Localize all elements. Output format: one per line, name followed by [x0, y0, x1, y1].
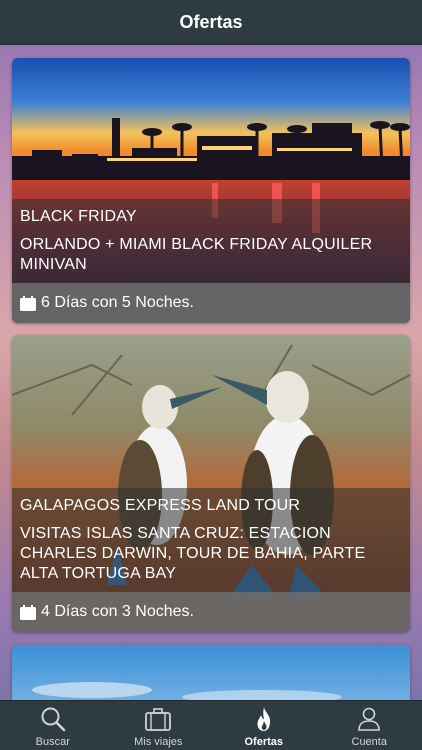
offer-title: ORLANDO + MIAMI BLACK FRIDAY ALQUILER MI… — [20, 236, 373, 273]
offer-duration-row: 6 Días con 5 Noches. — [12, 283, 410, 323]
tab-ofertas[interactable]: Ofertas — [211, 701, 317, 750]
offer-title: VISITAS ISLAS SANTA CRUZ: ESTACION CHARL… — [20, 525, 366, 582]
offer-duration: 4 Días con 3 Noches. — [41, 603, 194, 620]
briefcase-icon — [145, 708, 172, 731]
page-title: Ofertas — [179, 11, 243, 32]
tab-bar: Buscar Mis viajes Ofertas Cuenta — [0, 700, 422, 750]
tab-buscar[interactable]: Buscar — [0, 701, 106, 750]
flame-icon — [257, 707, 270, 731]
offer-duration: 6 Días con 5 Noches. — [41, 294, 194, 311]
offer-card[interactable]: BLACK FRIDAY ORLANDO + MIAMI BLACK FRIDA… — [12, 58, 410, 323]
offer-card[interactable] — [12, 645, 410, 700]
tab-label: Cuenta — [351, 736, 387, 748]
offer-tag: GALAPAGOS EXPRESS LAND TOUR — [20, 497, 301, 514]
search-icon — [41, 707, 65, 732]
tab-label: Ofertas — [244, 736, 284, 748]
tab-label: Mis viajes — [134, 736, 183, 748]
calendar-icon — [20, 295, 36, 311]
offer-overlay: GALAPAGOS EXPRESS LAND TOUR VISITAS ISLA… — [12, 488, 410, 632]
calendar-icon — [20, 604, 36, 620]
offer-image — [12, 645, 410, 700]
offer-card[interactable]: GALAPAGOS EXPRESS LAND TOUR VISITAS ISLA… — [12, 335, 410, 632]
offers-list[interactable]: BLACK FRIDAY ORLANDO + MIAMI BLACK FRIDA… — [0, 45, 422, 700]
tab-label: Buscar — [35, 736, 70, 748]
tab-cuenta[interactable]: Cuenta — [317, 701, 422, 750]
offer-duration-row: 4 Días con 3 Noches. — [12, 592, 410, 632]
user-icon — [358, 707, 381, 731]
offer-tag: BLACK FRIDAY — [20, 208, 137, 225]
tab-mis-viajes[interactable]: Mis viajes — [106, 701, 212, 750]
nav-bar: Ofertas — [0, 0, 422, 45]
offer-overlay: BLACK FRIDAY ORLANDO + MIAMI BLACK FRIDA… — [12, 199, 410, 323]
